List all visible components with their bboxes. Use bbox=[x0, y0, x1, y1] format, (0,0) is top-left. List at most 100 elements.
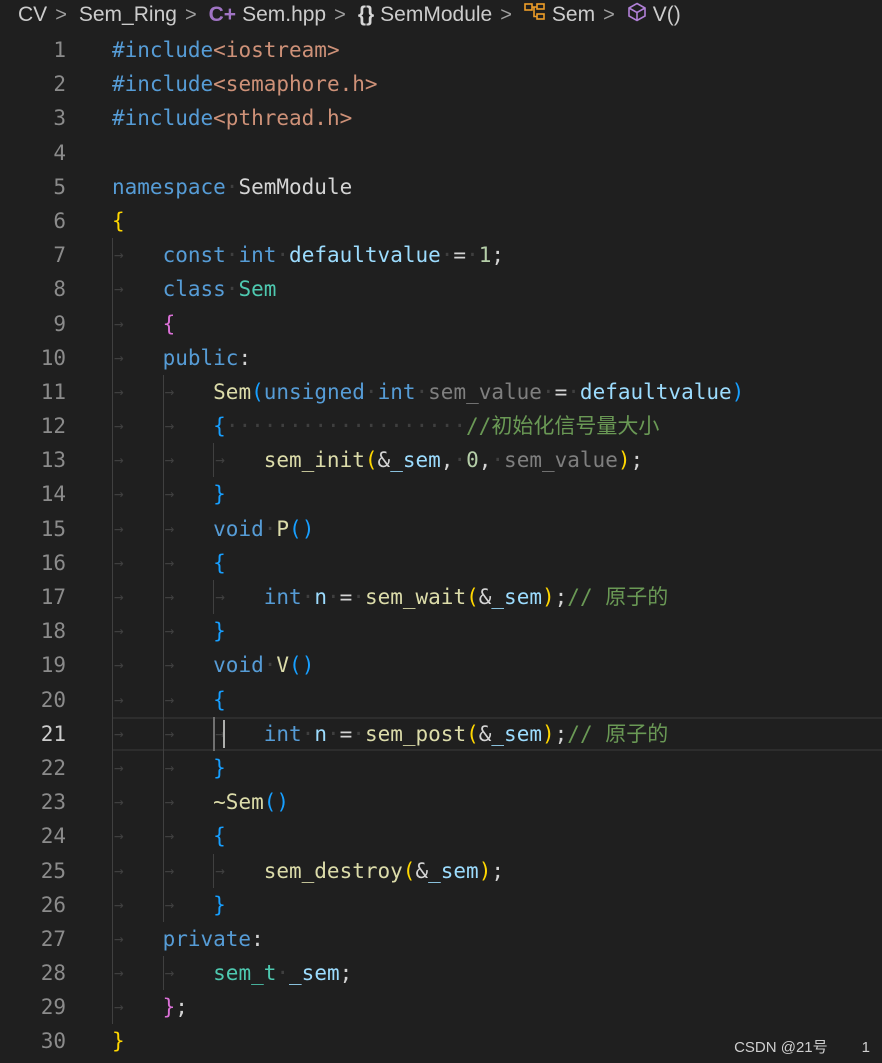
code-line[interactable]: 15 → → void·P() bbox=[0, 511, 882, 546]
line-number: 21 bbox=[40, 721, 66, 746]
code-line[interactable]: 6{ bbox=[0, 204, 882, 238]
code-line[interactable]: 19 → → void·V() bbox=[0, 648, 882, 683]
code-line[interactable]: 20 → → { bbox=[0, 682, 882, 717]
code-line[interactable]: 2 #include<semaphore.h> bbox=[0, 67, 882, 101]
code-line[interactable]: 24 → → { bbox=[0, 819, 882, 854]
code-text: { bbox=[112, 208, 125, 233]
code-text: #include<iostream> bbox=[112, 38, 340, 62]
code-text: } bbox=[213, 755, 226, 780]
breadcrumb-item-sem-ring[interactable]: Sem_Ring bbox=[79, 3, 177, 27]
line-number: 18 bbox=[40, 619, 66, 644]
line-number: 28 bbox=[40, 961, 66, 986]
class-icon bbox=[524, 2, 546, 28]
code-text: { bbox=[162, 311, 176, 336]
namespace-icon: {} bbox=[357, 3, 375, 26]
line-number: 11 bbox=[40, 379, 66, 404]
code-text: { bbox=[213, 824, 226, 849]
line-number: 23 bbox=[40, 790, 66, 815]
line-number: 10 bbox=[40, 345, 66, 370]
line-number: 13 bbox=[40, 448, 66, 473]
breadcrumb-item-cv[interactable]: CV bbox=[18, 3, 47, 27]
code-text: { bbox=[213, 550, 226, 575]
line-number: 22 bbox=[40, 755, 66, 780]
code-line[interactable]: 18 → → } bbox=[0, 614, 882, 649]
line-number: 27 bbox=[40, 926, 66, 951]
code-line[interactable]: 12 → → {···················//初始化信号量大小 bbox=[0, 409, 882, 444]
line-number: 15 bbox=[40, 516, 66, 541]
breadcrumb-item-sem-class[interactable]: Sem bbox=[524, 2, 595, 28]
line-number: 1 bbox=[53, 38, 66, 62]
code-line[interactable]: 8 → class·Sem bbox=[0, 272, 882, 307]
code-text: Sem(unsigned·int·sem_value·=·defaultvalu… bbox=[213, 379, 745, 404]
line-number: 7 bbox=[53, 243, 66, 268]
code-text: void·V() bbox=[213, 653, 315, 678]
code-text: {···················//初始化信号量大小 bbox=[213, 414, 660, 439]
code-text: int·n·=·sem_post(&_sem);// 原子的 bbox=[263, 721, 669, 746]
code-line[interactable]: 11 → → Sem(unsigned·int·sem_value·=·defaul… bbox=[0, 374, 882, 410]
line-number: 24 bbox=[40, 824, 66, 849]
code-text: const·int·defaultvalue·=·1; bbox=[162, 243, 505, 268]
cpp-file-icon: C+ bbox=[208, 3, 237, 26]
line-number: 4 bbox=[53, 140, 66, 165]
code-text: private: bbox=[162, 926, 264, 951]
chevron-right-icon: > bbox=[184, 3, 197, 26]
code-line[interactable]: 26 → → } bbox=[0, 887, 882, 922]
line-number: 14 bbox=[40, 482, 66, 507]
watermark: CSDN @21号 1 bbox=[734, 1039, 870, 1056]
line-number: 30 bbox=[40, 1029, 66, 1054]
code-text: { bbox=[213, 687, 226, 712]
code-line[interactable]: 21 → → → int·n·=·sem_post(&_sem);// 原子的 bbox=[0, 716, 882, 752]
code-line[interactable]: 27 → private: bbox=[0, 921, 882, 957]
line-number: 25 bbox=[40, 858, 66, 883]
code-line[interactable]: 1 #include<iostream> bbox=[0, 33, 882, 67]
text-cursor bbox=[223, 719, 225, 748]
line-number: 20 bbox=[40, 687, 66, 712]
code-text: void·P() bbox=[213, 516, 315, 541]
breadcrumb-item-sem-hpp[interactable]: C+ Sem.hpp bbox=[209, 3, 327, 27]
code-text: }; bbox=[162, 995, 188, 1020]
code-text: } bbox=[213, 892, 226, 917]
code-text: sem_destroy(&_sem); bbox=[263, 858, 504, 883]
code-text: #include<pthread.h> bbox=[112, 106, 353, 131]
code-line[interactable]: 16 → → { bbox=[0, 545, 882, 580]
line-number: 19 bbox=[40, 653, 66, 678]
line-number: 16 bbox=[40, 550, 66, 575]
code-line[interactable]: 29 → }; bbox=[0, 990, 882, 1025]
code-text: class·Sem bbox=[162, 277, 277, 302]
code-line[interactable]: 13 → → → sem_init(&_sem,·0,·sem_value); bbox=[0, 443, 882, 478]
breadcrumb: CV > Sem_Ring > C+ Sem.hpp > {} SemModul… bbox=[0, 0, 882, 30]
line-number: 9 bbox=[53, 311, 66, 336]
code-text: } bbox=[112, 1029, 125, 1054]
code-line[interactable]: 3 #include<pthread.h> bbox=[0, 101, 882, 135]
code-text: } bbox=[213, 619, 226, 644]
code-line[interactable]: 22 → → } bbox=[0, 750, 882, 786]
code-text: sem_init(&_sem,·0,·sem_value); bbox=[263, 448, 644, 473]
code-line[interactable]: 9 → { bbox=[0, 306, 882, 341]
code-editor[interactable]: 1 #include<iostream> 2 #include<semaphore.h… bbox=[0, 33, 882, 1059]
code-line[interactable]: 28 → → sem_t·_sem; bbox=[0, 956, 882, 991]
code-line[interactable]: 17 → → → int·n·=·sem_wait(&_sem);// 原子的 bbox=[0, 580, 882, 615]
line-number: 17 bbox=[40, 585, 66, 609]
code-text: int·n·=·sem_wait(&_sem);// 原子的 bbox=[263, 585, 669, 609]
code-line[interactable]: 5 namespace·SemModule bbox=[0, 170, 882, 204]
code-text: sem_t·_sem; bbox=[213, 961, 353, 986]
code-text: ~Sem() bbox=[213, 790, 290, 815]
line-number: 29 bbox=[40, 995, 66, 1020]
breadcrumb-item-semmodule[interactable]: {} SemModule bbox=[358, 3, 492, 27]
code-text: public: bbox=[162, 345, 252, 370]
code-text: } bbox=[213, 482, 226, 507]
line-number: 5 bbox=[53, 174, 66, 199]
chevron-right-icon: > bbox=[55, 3, 67, 26]
line-number: 6 bbox=[53, 208, 66, 233]
code-line[interactable]: 23 → → ~Sem() bbox=[0, 785, 882, 820]
code-line[interactable]: 7 → const·int·defaultvalue·=·1; bbox=[0, 238, 882, 273]
code-line[interactable]: 10 → public: bbox=[0, 340, 882, 375]
line-number: 3 bbox=[53, 106, 66, 131]
code-line[interactable]: 14 → → } bbox=[0, 477, 882, 512]
line-number: 2 bbox=[53, 72, 66, 97]
chevron-right-icon: > bbox=[603, 3, 615, 26]
code-line[interactable]: 4 bbox=[0, 136, 882, 170]
code-line[interactable]: 25 → → → sem_destroy(&_sem); bbox=[0, 853, 882, 888]
breadcrumb-item-v-method[interactable]: V() bbox=[627, 2, 681, 28]
line-number: 12 bbox=[40, 414, 66, 439]
